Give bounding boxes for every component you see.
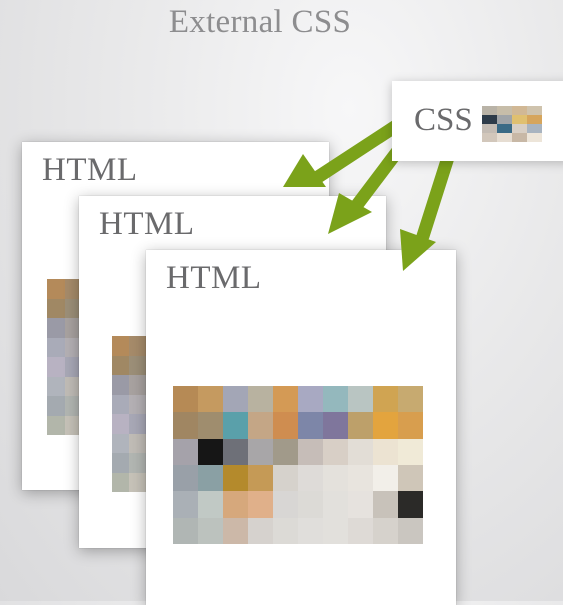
css-file-box: CSS bbox=[392, 81, 563, 161]
image-pixel bbox=[512, 115, 527, 124]
image-pixel bbox=[527, 133, 542, 142]
image-pixel bbox=[497, 133, 512, 142]
image-pixel bbox=[482, 106, 497, 115]
arrow-shaft bbox=[416, 141, 458, 243]
image-pixel bbox=[512, 133, 527, 142]
image-pixel bbox=[497, 115, 512, 124]
image-pixel bbox=[482, 133, 497, 142]
image-pixel bbox=[512, 106, 527, 115]
image-pixel bbox=[527, 106, 542, 115]
image-pixel bbox=[527, 115, 542, 124]
image-pixel bbox=[497, 124, 512, 133]
image-pixel bbox=[527, 124, 542, 133]
image-pixel bbox=[512, 124, 527, 133]
css-label: CSS bbox=[414, 102, 473, 138]
image-pixel bbox=[482, 115, 497, 124]
image-pixel bbox=[482, 124, 497, 133]
css-thumbnail-image bbox=[482, 106, 542, 142]
image-pixel bbox=[497, 106, 512, 115]
